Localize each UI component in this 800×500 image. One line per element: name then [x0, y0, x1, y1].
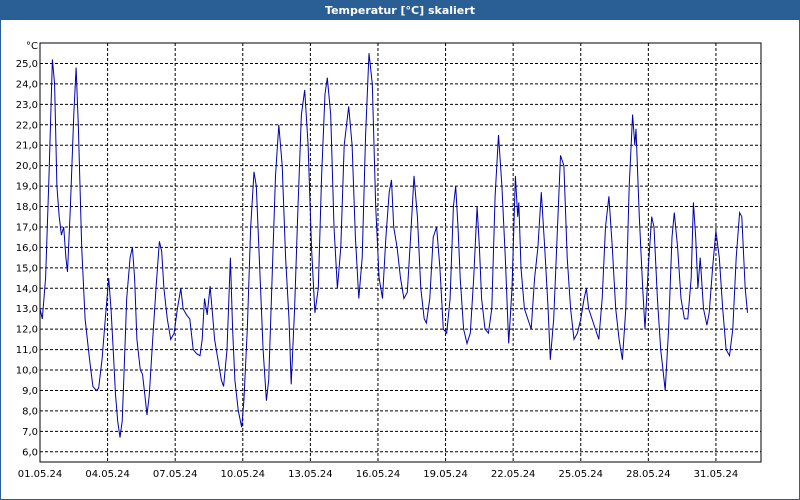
x-axis-ticks: 01.05.24 04.05.24 07.05.24 10.05.24 13.05.24…	[18, 469, 738, 480]
x-tick-label: 31.05.24	[694, 469, 739, 480]
y-tick-label: 14,0	[16, 284, 38, 295]
y-tick-label: 12,0	[16, 325, 38, 336]
temperature-series-line	[39, 53, 748, 438]
plot-frame	[39, 42, 762, 463]
x-tick-label: 13.05.24	[288, 469, 333, 480]
y-tick-label: 19,0	[16, 182, 38, 193]
y-tick-label: 7,0	[22, 427, 38, 438]
y-tick-label: 16,0	[16, 243, 38, 254]
x-tick-label: 07.05.24	[153, 469, 198, 480]
x-tick-label: 01.05.24	[18, 469, 63, 480]
y-tick-label: 9,0	[22, 386, 38, 397]
x-tick-label: 25.05.24	[558, 469, 603, 480]
y-tick-label: 8,0	[22, 406, 38, 417]
y-tick-label: 23,0	[16, 100, 38, 111]
y-tick-label: 11,0	[16, 345, 38, 356]
y-axis-ticks: 6,0 7,0 8,0 9,0 10,0 11,0 12,0 13,0 14,0 15,0 16,0…	[16, 59, 38, 458]
y-tick-label: 24,0	[16, 79, 38, 90]
y-tick-label: 6,0	[22, 447, 38, 458]
y-tick-label: 21,0	[16, 141, 38, 152]
y-tick-label: 13,0	[16, 304, 38, 315]
x-tick-label: 28.05.24	[626, 469, 671, 480]
temperature-chart: 6,0 7,0 8,0 9,0 10,0 11,0 12,0 13,0 14,0 15,0 16,0…	[16, 41, 762, 480]
y-tick-label: 10,0	[16, 366, 38, 377]
window-title: Temperatur [°C] skaliert	[1, 1, 799, 20]
x-tick-label: 19.05.24	[423, 469, 468, 480]
y-tick-label: 20,0	[16, 161, 38, 172]
y-axis-unit-label: °C	[26, 41, 38, 52]
chart-window: Temperatur [°C] skaliert 6,0 7,0 8,0 9,0 10,…	[0, 0, 800, 500]
x-tick-label: 22.05.24	[491, 469, 536, 480]
x-tick-label: 04.05.24	[85, 469, 130, 480]
y-tick-label: 18,0	[16, 202, 38, 213]
grid-lines	[39, 43, 761, 462]
y-tick-label: 22,0	[16, 120, 38, 131]
x-tick-label: 10.05.24	[221, 469, 266, 480]
y-tick-label: 17,0	[16, 222, 38, 233]
x-tick-label: 16.05.24	[356, 469, 401, 480]
y-tick-label: 15,0	[16, 263, 38, 274]
y-tick-label: 25,0	[16, 59, 38, 70]
